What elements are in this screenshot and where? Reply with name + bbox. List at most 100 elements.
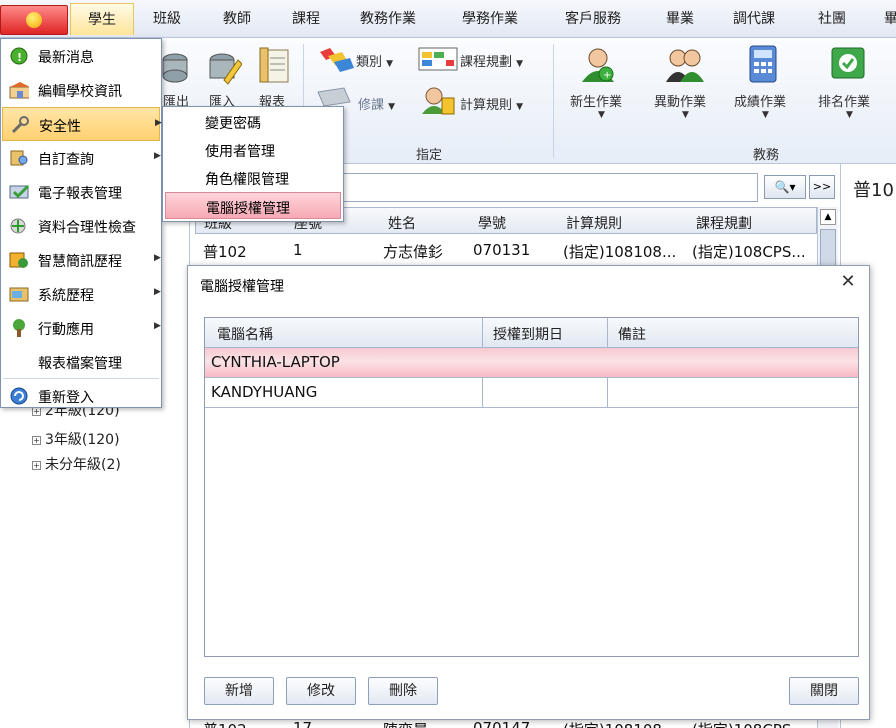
tab-course[interactable]: 課程 [292,8,320,30]
menu-item-data-check[interactable]: 資料合理性檢查 [2,209,160,243]
submenu-arrow-icon: ▶ [154,253,161,263]
menu-item-mobile-app[interactable]: 行動應用 ▶ [2,311,161,345]
sms-icon [9,252,28,268]
menu-bar: 學生 班級 教師 課程 教務作業 學務作業 客戶服務 畢業 調代課 社團 畢 [0,0,896,38]
menu-item-edit-school[interactable]: 編輯學校資訊 [2,73,160,107]
submenu-item-user-management[interactable]: 使用者管理 [165,136,341,163]
scroll-thumb[interactable] [820,229,836,269]
svg-text:!: ! [17,51,22,64]
edit-button[interactable]: 修改 [286,677,356,705]
submenu-item-change-password[interactable]: 變更密碼 [165,108,341,135]
tab-student[interactable]: 學生 [70,3,134,35]
category-button[interactable]: 類別 ▼ [356,51,393,70]
academic-group-label: 教務 [753,148,780,163]
transfer-icon [666,49,704,82]
wrench-icon [11,116,29,134]
tab-student-affairs[interactable]: 學務作業 [462,8,518,30]
expand-icon[interactable]: + [32,460,41,470]
close-button[interactable]: 關閉 [789,677,859,705]
mobile-icon [13,319,25,337]
col-notes[interactable]: 備註 [618,324,646,344]
cell-class: 普102 [203,243,247,261]
export-icon [162,53,188,83]
tab-academic-ops[interactable]: 教務作業 [360,8,416,30]
course-plan-button[interactable]: 課程規劃 ▼ [460,51,523,70]
submenu-arrow-icon: ▶ [154,321,161,331]
school-icon [9,82,29,99]
col-course-plan[interactable]: 課程規劃 [696,213,752,233]
menu-item-report-files[interactable]: 報表檔案管理 [2,345,160,379]
history-icon [9,287,29,302]
tree-node-grade3[interactable]: +3年級(120) [32,429,120,449]
menu-item-security[interactable]: 安全性 ▶ [2,107,162,141]
cell-class: 普102 [203,719,247,728]
cell-course-plan: (指定)108CPS... [692,719,806,728]
table-row[interactable]: KANDYHUANG [205,378,858,408]
query-icon [10,150,28,166]
tab-clubs[interactable]: 社團 [818,8,846,30]
delete-button[interactable]: 刪除 [368,677,438,705]
expand-icon[interactable]: + [32,435,41,445]
table-header: 電腦名稱 授權到期日 備註 [205,318,858,348]
col-expiry-date[interactable]: 授權到期日 [493,324,563,344]
menu-item-system-history[interactable]: 系統歷程 ▶ [2,277,161,311]
right-pane-title: 普10 [853,180,894,201]
add-button[interactable]: 新增 [204,677,274,705]
app-menu-button[interactable] [0,5,68,35]
new-student-button[interactable]: 新生作業 [570,91,622,110]
table-row[interactable]: CYNTHIA-LAPTOP [205,348,858,378]
import-icon [209,53,242,85]
tree-node-ungraded[interactable]: + 未分年級(2) [32,454,121,474]
menu-item-custom-query[interactable]: 自訂查詢 ▶ [2,141,161,175]
col-computer-name[interactable]: 電腦名稱 [217,324,273,344]
menu-item-relogin[interactable]: 重新登入 [2,379,160,413]
submenu-arrow-icon: ▶ [154,151,161,161]
tab-class[interactable]: 班級 [153,8,181,30]
menu-item-news[interactable]: ! 最新消息 [2,39,160,73]
tab-teacher[interactable]: 教師 [223,8,251,30]
tab-substitute[interactable]: 調代課 [733,8,775,30]
ranking-button[interactable]: 排名作業 [818,91,870,110]
cell-seat: 1 [293,241,303,259]
search-options-button[interactable]: 🔍▾ [764,175,806,199]
take-course-icon [317,87,351,107]
tab-customer-service[interactable]: 客戶服務 [565,8,621,30]
tab-graduation[interactable]: 畢業 [666,8,694,30]
cell-calc-rule: (指定)108108... [563,719,676,728]
tab-more[interactable]: 畢 [884,8,896,30]
col-calc-rule[interactable]: 計算規則 [566,213,622,233]
col-student-id[interactable]: 學號 [478,213,506,233]
new-student-icon: + [582,48,614,82]
calc-rule-button[interactable]: 計算規則 ▼ [460,94,523,113]
relogin-icon [10,387,28,405]
category-icon [320,48,354,72]
cell-student-id: 070131 [473,241,531,259]
menu-item-e-report[interactable]: 電子報表管理 [2,175,160,209]
close-icon[interactable]: ✕ [837,272,859,294]
ranking-icon [831,47,865,79]
app-orb-icon [26,12,42,28]
computer-authorization-dialog: 電腦授權管理 ✕ 電腦名稱 授權到期日 備註 CYNTHIA-LAPTOP KA… [187,265,870,720]
submenu-arrow-icon: ▶ [155,118,162,128]
submenu-item-role-permissions[interactable]: 角色權限管理 [165,164,341,191]
assign-group-label: 指定 [416,148,443,163]
cell-calc-rule: (指定)108108... [563,243,677,261]
calc-rule-icon [422,87,455,115]
cell-computer-name: KANDYHUANG [211,383,318,401]
scroll-up-icon[interactable]: ▲ [820,209,836,225]
submenu-item-computer-authorization[interactable]: 電腦授權管理 [165,192,341,219]
cell-name: 陳奕晨 [383,719,428,728]
report-icon [9,184,29,199]
app-menu: ! 最新消息 編輯學校資訊 安全性 ▶ 自訂查詢 ▶ 電子報表管理 資料合理性檢… [0,38,162,408]
cell-course-plan: (指定)108CPS... [692,243,806,261]
grades-button[interactable]: 成績作業 [734,91,786,110]
report-icon [259,47,289,83]
col-name[interactable]: 姓名 [388,213,416,233]
search-more-button[interactable]: >> [809,175,835,199]
check-icon [10,218,26,234]
take-course-button[interactable]: 修課 ▼ [358,94,395,113]
transfer-button[interactable]: 異動作業 [654,91,706,110]
course-plan-icon [418,47,458,71]
menu-item-sms-history[interactable]: 智慧簡訊歷程 ▶ [2,243,161,277]
submenu-arrow-icon: ▶ [154,287,161,297]
